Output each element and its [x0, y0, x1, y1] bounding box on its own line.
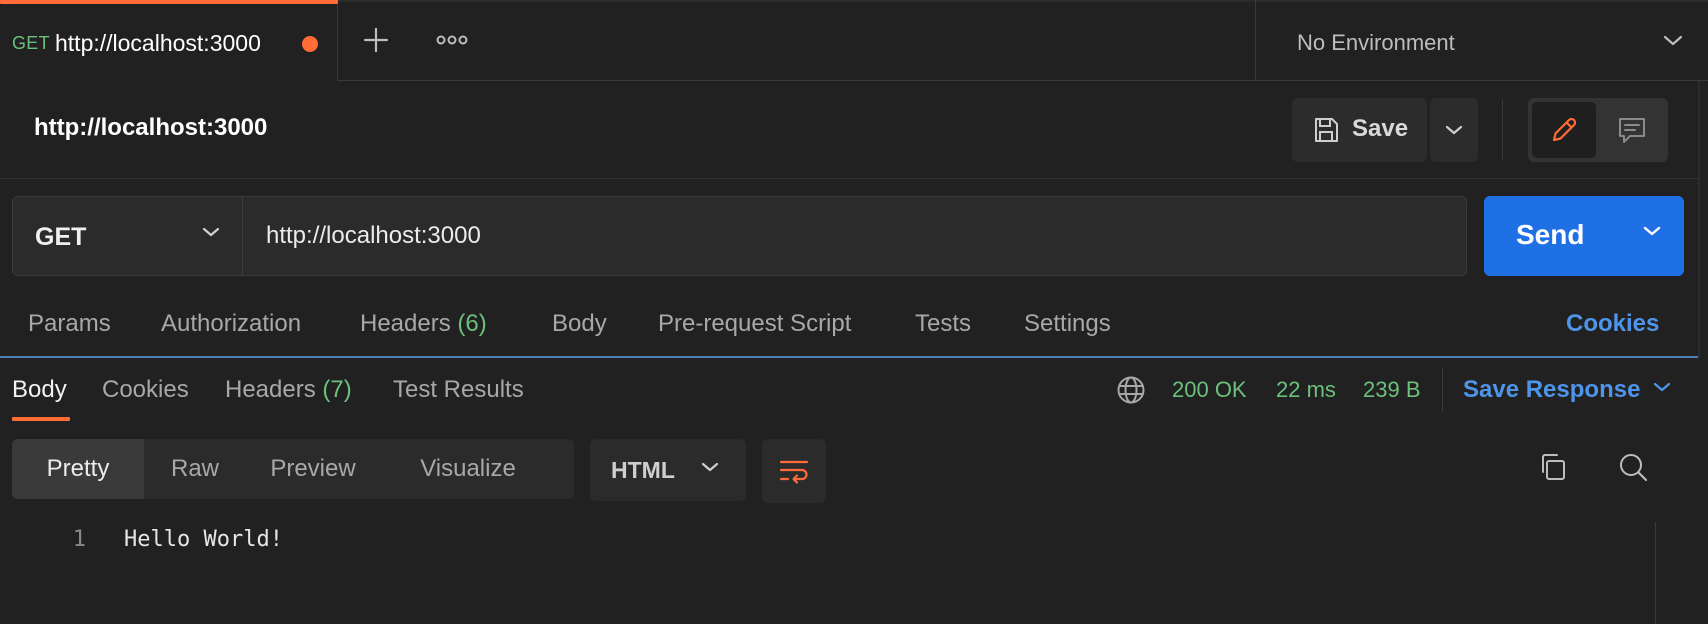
response-time[interactable]: 22 ms: [1276, 377, 1336, 403]
wrap-lines-icon: [779, 460, 809, 484]
send-label: Send: [1516, 219, 1585, 250]
save-button[interactable]: Save: [1292, 98, 1427, 162]
tab-bar: GET http://localhost:3000 No Environment: [0, 0, 1708, 81]
tab-label: Test Results: [393, 376, 524, 403]
vertical-scrollbar[interactable]: [1655, 522, 1656, 624]
tab-label: Body: [12, 376, 67, 403]
unsaved-changes-dot[interactable]: [302, 36, 318, 52]
tab-label: Settings: [1024, 310, 1111, 337]
url-input[interactable]: [244, 197, 1466, 275]
method-select[interactable]: GET: [13, 197, 243, 275]
header-divider: [0, 178, 1698, 179]
send-button[interactable]: Send: [1484, 196, 1684, 276]
response-tab-test-results[interactable]: Test Results: [393, 376, 524, 404]
tab-label: Tests: [915, 310, 972, 337]
active-response-tab-indicator: [12, 417, 70, 421]
tab-method-badge: GET: [12, 33, 50, 53]
response-tab-body[interactable]: Body: [12, 376, 67, 404]
comment-icon: [1619, 118, 1645, 143]
line-number: 1: [72, 527, 86, 552]
toolbar-divider: [1502, 100, 1503, 160]
url-bar: GET: [12, 196, 1467, 276]
tab-settings[interactable]: Settings: [1024, 310, 1111, 338]
response-tab-headers[interactable]: Headers (7): [225, 376, 352, 404]
copy-icon[interactable]: [1537, 451, 1569, 483]
save-response-button[interactable]: Save Response: [1463, 376, 1640, 404]
word-wrap-button[interactable]: [762, 439, 826, 503]
new-tab-button[interactable]: [358, 22, 394, 58]
pencil-icon: [1552, 117, 1577, 142]
environment-label: No Environment: [1297, 30, 1455, 55]
edit-mode-button[interactable]: [1532, 102, 1596, 158]
tab-label: Pre-request Script: [658, 310, 852, 337]
chevron-down-icon: [201, 225, 221, 239]
request-response-divider[interactable]: [0, 356, 1698, 358]
tab-params[interactable]: Params: [28, 310, 111, 338]
status-divider: [1442, 368, 1443, 412]
headers-count: (7): [322, 376, 352, 403]
globe-icon[interactable]: [1116, 375, 1146, 405]
view-mode-visualize[interactable]: Visualize: [380, 439, 556, 499]
response-tab-cookies[interactable]: Cookies: [102, 376, 189, 404]
format-select[interactable]: HTML: [590, 439, 746, 501]
chevron-down-icon: [700, 460, 720, 474]
tab-headers[interactable]: Headers (6): [360, 310, 487, 338]
method-label: GET: [35, 223, 87, 251]
view-mode-pretty[interactable]: Pretty: [12, 439, 144, 499]
chevron-down-icon: [1445, 125, 1463, 135]
tab-pre-request-script[interactable]: Pre-request Script: [658, 310, 851, 338]
cookies-link[interactable]: Cookies: [1566, 310, 1659, 338]
headers-count: (6): [457, 310, 487, 337]
panel-edge: [1698, 81, 1700, 358]
response-size[interactable]: 239 B: [1363, 377, 1421, 403]
active-tab-indicator: [0, 0, 338, 4]
view-mode-preview[interactable]: Preview: [246, 439, 380, 499]
tab-label: Authorization: [161, 310, 302, 337]
response-status[interactable]: 200 OK: [1172, 377, 1247, 403]
response-body-line[interactable]: Hello World!: [124, 527, 283, 552]
search-icon[interactable]: [1617, 451, 1649, 483]
format-label: HTML: [611, 457, 675, 483]
save-icon: [1312, 116, 1340, 144]
chevron-down-icon[interactable]: [1652, 380, 1672, 394]
view-mode-raw[interactable]: Raw: [144, 439, 246, 499]
request-tab[interactable]: GET http://localhost:3000: [0, 0, 338, 81]
tab-title: http://localhost:3000: [55, 30, 261, 56]
tab-authorization[interactable]: Authorization: [161, 310, 301, 338]
ellipsis-icon: [436, 35, 468, 45]
tab-label: Cookies: [102, 376, 189, 403]
save-options-button[interactable]: [1430, 98, 1478, 162]
tab-label: Headers: [360, 310, 451, 337]
tab-label: Headers: [225, 376, 316, 403]
request-name[interactable]: http://localhost:3000: [34, 114, 267, 142]
more-tabs-button[interactable]: [434, 22, 470, 58]
chevron-down-icon[interactable]: [1642, 224, 1662, 238]
environment-selector[interactable]: No Environment: [1255, 0, 1708, 81]
tab-tests[interactable]: Tests: [915, 310, 971, 338]
tab-body[interactable]: Body: [552, 310, 607, 338]
editor-mode-toggle: [1528, 98, 1668, 162]
tab-label: Params: [28, 310, 111, 337]
tab-label: Body: [552, 310, 607, 337]
chevron-down-icon: [1662, 32, 1684, 48]
view-mode-segmented-control: Pretty Raw Preview Visualize: [12, 439, 574, 499]
save-label: Save: [1352, 115, 1409, 142]
plus-icon: [363, 27, 389, 53]
comments-button[interactable]: [1600, 102, 1664, 158]
